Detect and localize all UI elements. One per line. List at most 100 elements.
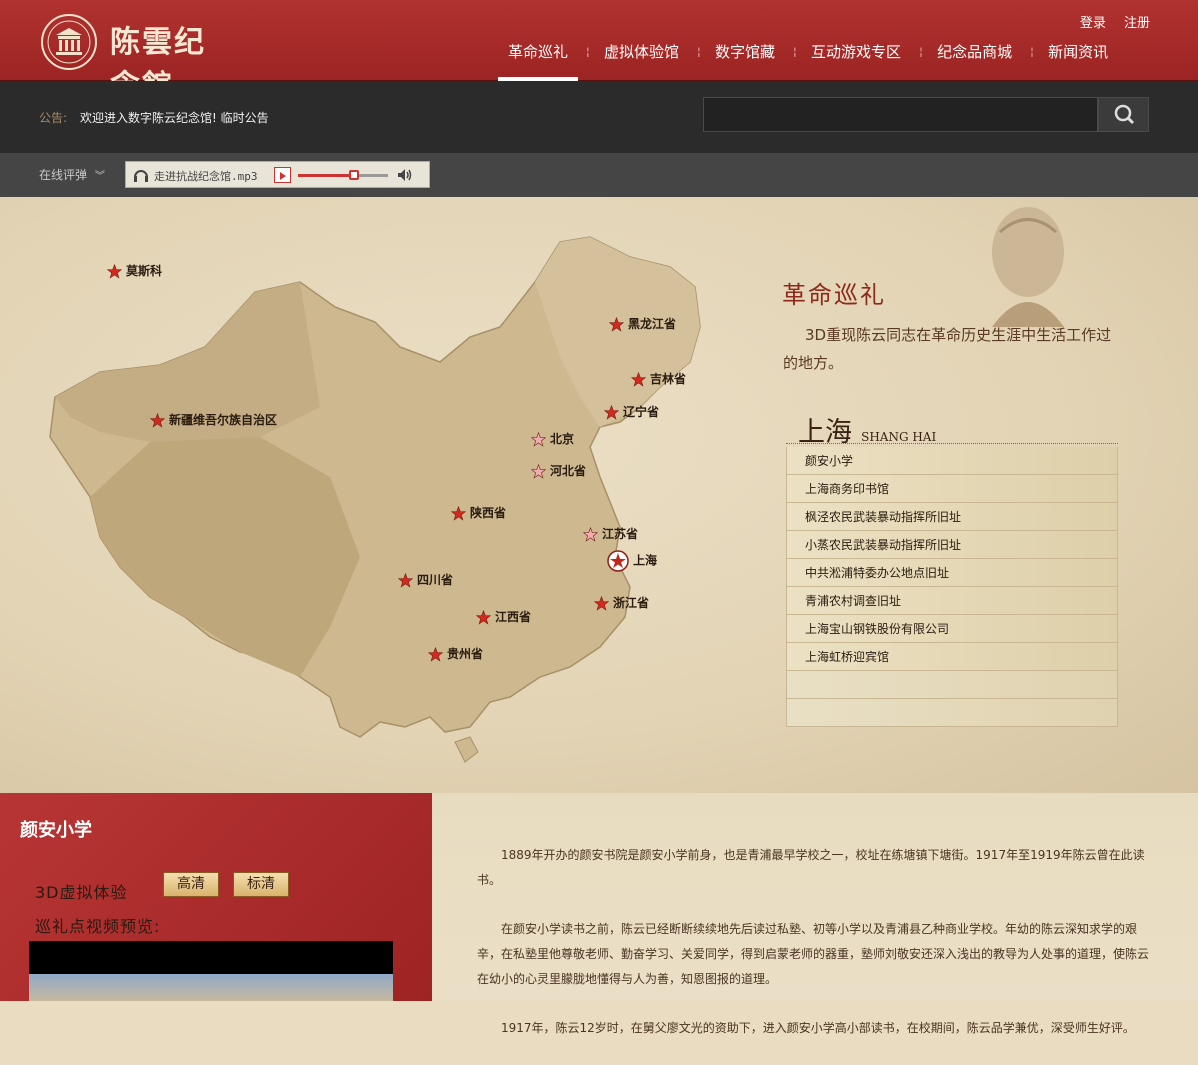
city-marker[interactable]: 上海 [607, 550, 657, 572]
city-name: 莫斯科 [126, 264, 163, 278]
register-link[interactable]: 注册 [1124, 16, 1150, 31]
nav-separator: ¦ [697, 45, 701, 58]
nav-item-games[interactable]: 互动游戏专区 [801, 40, 911, 81]
volume-icon[interactable] [396, 167, 414, 183]
star-icon [593, 595, 610, 611]
nav-item-digital-collection[interactable]: 数字馆藏 [705, 40, 785, 81]
login-link[interactable]: 登录 [1080, 16, 1106, 31]
star-icon [530, 431, 547, 447]
city-name: 陕西省 [470, 506, 507, 520]
hd-button[interactable]: 高清 [163, 872, 219, 897]
city-name: 上海 [633, 553, 658, 568]
star-icon [106, 263, 123, 279]
city-marker[interactable]: 新疆维吾尔族自治区 [149, 411, 278, 428]
intro-paragraph: 在颜安小学读书之前，陈云已经断断续续地先后读过私塾、初等小学以及青浦县乙种商业学… [477, 922, 1150, 986]
city-name: 辽宁省 [623, 405, 660, 419]
progress-knob[interactable] [348, 170, 359, 180]
revolution-tour-section: 革命巡礼 3D重现陈云同志在革命历史生涯中生活工作过的地方。 上海 SHANG … [0, 197, 1198, 793]
auth-links: 登录 注册 [1066, 12, 1150, 31]
hainan-island [454, 736, 479, 763]
city-marker[interactable]: 陕西省 [450, 504, 507, 521]
site-list-item[interactable]: 小蒸农民武装暴动指挥所旧址 [786, 531, 1118, 559]
search-input[interactable] [703, 97, 1098, 132]
city-name: 吉林省 [650, 372, 687, 386]
site-list-empty-row [786, 699, 1118, 727]
star-icon [475, 609, 492, 625]
city-marker[interactable]: 江苏省 [582, 525, 639, 542]
nav-item-revolution-tour[interactable]: 革命巡礼 [498, 40, 579, 81]
video-preview[interactable] [29, 941, 393, 1001]
sd-button[interactable]: 标清 [233, 872, 289, 897]
site-list-item[interactable]: 上海商务印书馆 [786, 475, 1118, 503]
site-detail-panel: 颜安小学 3D虚拟体验 高清 标清 巡礼点视频预览: [0, 793, 432, 1001]
star-icon [530, 463, 547, 479]
site-list-item[interactable]: 青浦农村调查旧址 [786, 587, 1118, 615]
play-button[interactable] [274, 167, 291, 183]
headphones-icon [134, 170, 148, 182]
star-icon [582, 526, 599, 542]
city-name: 河北省 [550, 464, 587, 478]
progress-slider[interactable] [298, 170, 388, 180]
portrait-figure [992, 207, 1064, 327]
city-name: 浙江省 [613, 596, 650, 610]
site-list-item[interactable]: 上海宝山钢铁股份有限公司 [786, 615, 1118, 643]
city-name: 江苏省 [602, 527, 639, 541]
section-title: 革命巡礼 [782, 281, 886, 309]
site-list-item[interactable]: 颜安小学 [786, 447, 1118, 475]
double-chevron-down-icon: ︾ [94, 171, 105, 182]
notice-label: 公告: [39, 111, 68, 125]
logo[interactable]: 陈雲纪念館 [40, 13, 235, 104]
city-name: 四川省 [417, 573, 454, 587]
nav-separator: ¦ [919, 45, 923, 58]
city-name: 新疆维吾尔族自治区 [169, 413, 278, 427]
city-marker[interactable]: 辽宁省 [603, 403, 660, 420]
section-description: 3D重现陈云同志在革命历史生涯中生活工作过的地方。 [783, 326, 1112, 372]
china-map [49, 236, 701, 763]
city-marker[interactable]: 北京 [530, 430, 575, 447]
site-list-item[interactable]: 上海虹桥迎宾馆 [786, 643, 1118, 671]
nav-item-news[interactable]: 新闻资讯 [1038, 40, 1118, 81]
city-marker[interactable]: 浙江省 [593, 594, 650, 611]
city-marker[interactable]: 吉林省 [630, 370, 687, 387]
city-marker[interactable]: 江西省 [475, 608, 531, 625]
site-intro-text: 1889年开办的颜安书院是颜安小学前身，也是青浦最早学校之一，校址在练塘镇下塘街… [477, 843, 1157, 1065]
audio-player: 走进抗战纪念馆.mp3 [125, 161, 430, 188]
star-icon [603, 404, 620, 420]
star-icon [427, 646, 444, 662]
search-button[interactable] [1098, 97, 1149, 132]
star-icon [149, 412, 166, 428]
site-intro-panel: 1889年开办的颜安书院是颜安小学前身，也是青浦最早学校之一，校址在练塘镇下塘街… [432, 793, 1198, 1035]
star-icon [608, 316, 625, 332]
site-list-empty-row [786, 671, 1118, 699]
nav-item-virtual-hall[interactable]: 虚拟体验馆 [594, 40, 689, 81]
selected-star-icon [607, 550, 629, 572]
intro-paragraph: 1917年，陈云12岁时，在舅父廖文光的资助下，进入颜安小学高小部读书，在校期间… [501, 1021, 1135, 1035]
city-name: 贵州省 [447, 647, 484, 661]
notice-bar: 公告: 欢迎进入数字陈云纪念馆! 临时公告 [0, 81, 1198, 153]
nav-separator: ¦ [1030, 45, 1034, 58]
site-title: 颜安小学 [20, 820, 92, 841]
star-icon [450, 505, 467, 521]
nav-separator: ¦ [586, 45, 590, 58]
city-marker[interactable]: 贵州省 [427, 645, 484, 662]
track-name: 走进抗战纪念馆.mp3 [154, 170, 258, 183]
city-marker[interactable]: 河北省 [530, 462, 587, 479]
city-marker[interactable]: 四川省 [397, 571, 454, 588]
chen-yun-portrait [960, 197, 1198, 327]
online-review-label: 在线评弹 [39, 168, 88, 182]
site-list-item[interactable]: 中共淞浦特委办公地点旧址 [786, 559, 1118, 587]
province-name-en: SHANG HAI [861, 430, 937, 444]
notice-text[interactable]: 欢迎进入数字陈云纪念馆! 临时公告 [80, 109, 269, 126]
video-frame [29, 974, 393, 1001]
city-name: 北京 [550, 432, 575, 446]
main-nav: 革命巡礼 ¦ 虚拟体验馆 ¦ 数字馆藏 ¦ 互动游戏专区 ¦ 纪念品商城 ¦ 新… [498, 40, 1118, 81]
site-header: 陈雲纪念館 登录 注册 革命巡礼 ¦ 虚拟体验馆 ¦ 数字馆藏 ¦ 互动游戏专区… [0, 0, 1198, 104]
star-icon [397, 572, 414, 588]
province-divider [786, 443, 1118, 444]
progress-fill [298, 174, 354, 177]
city-marker[interactable]: 黑龙江省 [608, 315, 676, 332]
city-marker[interactable]: 莫斯科 [106, 262, 163, 279]
online-review-toggle[interactable]: 在线评弹 ︾ [39, 166, 105, 183]
site-list-item[interactable]: 枫泾农民武装暴动指挥所旧址 [786, 503, 1118, 531]
nav-item-shop[interactable]: 纪念品商城 [927, 40, 1022, 81]
